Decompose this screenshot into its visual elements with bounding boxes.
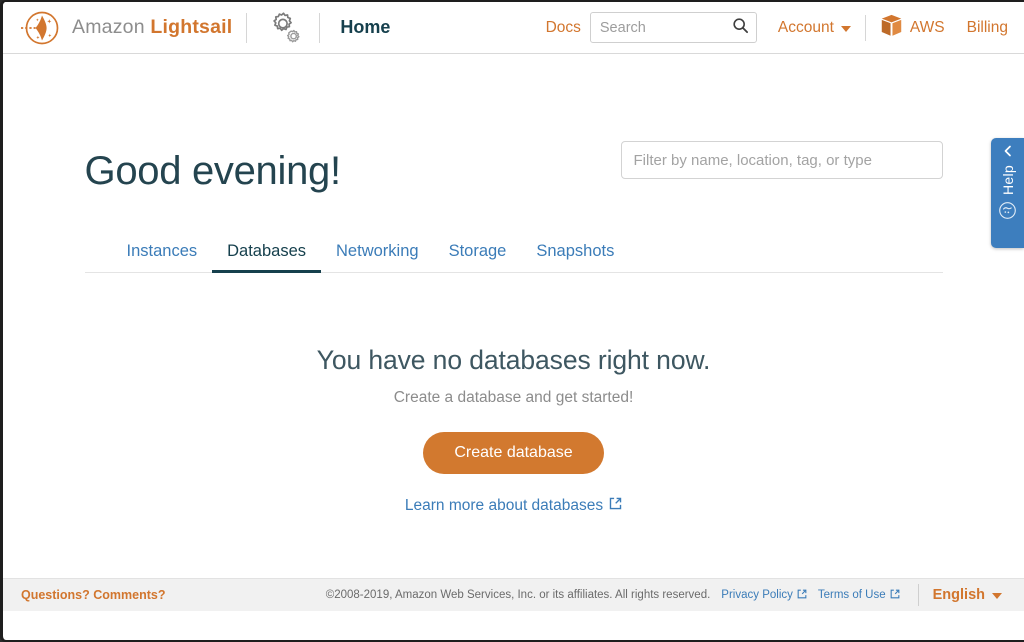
- questions-comments-link[interactable]: Questions? Comments?: [21, 588, 165, 602]
- header-divider-1: [246, 12, 248, 43]
- browser-window: Amazon Lightsail Home Docs Search Accoun…: [0, 0, 1024, 642]
- aws-label: AWS: [909, 18, 945, 36]
- terms-of-use-label: Terms of Use: [817, 589, 886, 601]
- external-link-icon: [890, 589, 900, 602]
- help-tab[interactable]: Help: [991, 138, 1024, 248]
- gears-icon[interactable]: [261, 8, 305, 48]
- external-link-icon: [797, 589, 807, 602]
- tab-snapshots[interactable]: Snapshots: [521, 242, 629, 273]
- page-top-row: Good evening!: [85, 141, 943, 191]
- brand-amazon-text: Amazon: [72, 16, 145, 38]
- header-divider-3: [864, 14, 866, 41]
- main-content-area: Good evening! Instances Databases Networ…: [3, 54, 1024, 611]
- billing-link[interactable]: Billing: [967, 19, 1008, 37]
- external-link-icon: [609, 497, 622, 515]
- account-menu[interactable]: Account: [778, 19, 851, 37]
- language-label: English: [932, 587, 985, 603]
- lightsail-logo-icon: [19, 7, 61, 49]
- chevron-down-icon: [840, 25, 851, 32]
- chevron-down-icon: [992, 593, 1002, 599]
- account-label: Account: [777, 18, 834, 36]
- create-database-button[interactable]: Create database: [423, 432, 604, 474]
- tab-instances[interactable]: Instances: [112, 242, 213, 273]
- empty-state: You have no databases right now. Create …: [85, 273, 943, 515]
- aws-cube-icon: [880, 13, 903, 43]
- header-search: [589, 12, 757, 43]
- brand-home-link[interactable]: Amazon Lightsail: [19, 7, 232, 49]
- search-input[interactable]: [589, 12, 757, 43]
- footer-divider: [917, 584, 919, 606]
- empty-state-subtitle: Create a database and get started!: [393, 389, 634, 406]
- resource-tabs: Instances Databases Networking Storage S…: [84, 242, 943, 273]
- brand-title: Amazon Lightsail: [72, 16, 232, 39]
- chat-bubble-icon: [998, 201, 1017, 225]
- footer-right-group: ©2008-2019, Amazon Web Services, Inc. or…: [326, 584, 1012, 606]
- terms-of-use-link[interactable]: Terms of Use: [818, 589, 900, 602]
- filter-input[interactable]: [620, 141, 943, 179]
- tab-networking[interactable]: Networking: [321, 242, 434, 273]
- docs-link[interactable]: Docs: [546, 19, 581, 37]
- help-tab-label: Help: [999, 165, 1016, 195]
- empty-state-title: You have no databases right now.: [316, 345, 711, 375]
- nav-home-link[interactable]: Home: [340, 17, 390, 38]
- content-container: Good evening! Instances Databases Networ…: [84, 54, 943, 515]
- tab-storage[interactable]: Storage: [434, 242, 522, 273]
- chevron-left-icon: [1002, 145, 1014, 160]
- tab-databases[interactable]: Databases: [212, 242, 322, 273]
- copyright-text: ©2008-2019, Amazon Web Services, Inc. or…: [325, 589, 711, 601]
- header-divider-2: [319, 12, 321, 43]
- header-right-group: Docs Account: [546, 12, 1010, 43]
- page-footer: Questions? Comments? ©2008-2019, Amazon …: [3, 578, 1024, 611]
- page-title: Good evening!: [84, 149, 342, 193]
- brand-lightsail-text: Lightsail: [150, 16, 233, 38]
- learn-more-label: Learn more about databases: [404, 497, 604, 514]
- language-selector[interactable]: English: [933, 587, 1002, 603]
- aws-console-link[interactable]: AWS: [880, 13, 945, 43]
- learn-more-databases-link[interactable]: Learn more about databases: [405, 497, 622, 515]
- app-header: Amazon Lightsail Home Docs Search Accoun…: [3, 2, 1024, 57]
- privacy-policy-link[interactable]: Privacy Policy: [721, 589, 807, 602]
- privacy-policy-label: Privacy Policy: [721, 589, 793, 601]
